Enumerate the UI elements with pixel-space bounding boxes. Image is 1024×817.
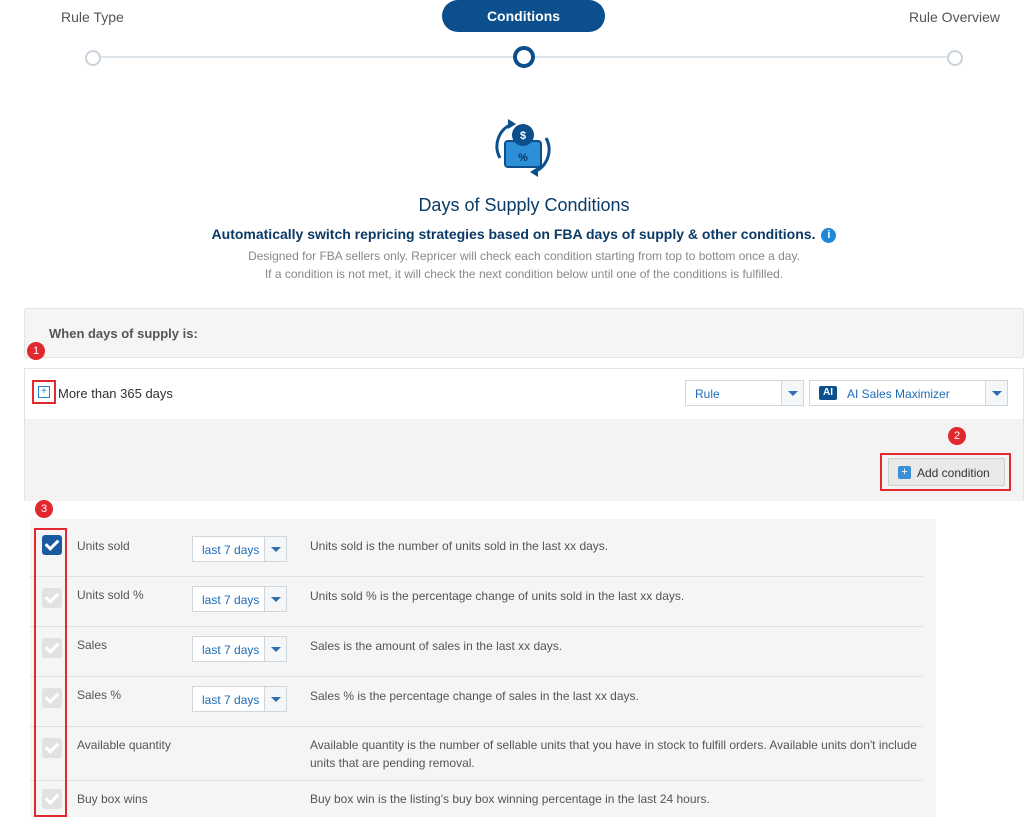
- svg-text:%: %: [518, 152, 528, 164]
- list-item: Units sold % last 7 days Units sold % is…: [30, 576, 923, 627]
- strategy-select-value: AI Sales Maximizer: [847, 387, 950, 401]
- period-select-value: last 7 days: [202, 693, 260, 707]
- condition-description: Sales % is the percentage change of sale…: [310, 689, 639, 703]
- expand-icon[interactable]: +: [38, 386, 50, 398]
- annotation-badge-3: 3: [35, 500, 53, 518]
- page-subtitle-text: Automatically switch repricing strategie…: [211, 226, 816, 242]
- chevron-down-icon[interactable]: [264, 537, 286, 561]
- condition-description: Sales is the amount of sales in the last…: [310, 639, 563, 653]
- page-title: Days of Supply Conditions: [418, 195, 630, 215]
- add-condition-label: Add condition: [917, 466, 990, 480]
- annotation-badge-1: 1: [27, 342, 45, 360]
- condition-name: Units sold: [77, 539, 130, 553]
- ai-badge-icon: AI: [819, 386, 837, 400]
- chevron-down-icon[interactable]: [264, 687, 286, 711]
- list-item: Available quantity Available quantity is…: [30, 726, 923, 781]
- period-select-value: last 7 days: [202, 543, 260, 557]
- rule-select-value: Rule: [695, 387, 720, 401]
- strategy-select[interactable]: AI AI Sales Maximizer: [809, 380, 1008, 406]
- condition-name: Sales: [77, 638, 108, 652]
- description-line-2: If a condition is not met, it will check…: [264, 267, 784, 281]
- plus-icon: +: [898, 466, 911, 479]
- chevron-down-icon[interactable]: [264, 637, 286, 661]
- rule-select[interactable]: Rule: [685, 380, 804, 406]
- page-subtitle: Automatically switch repricing strategie…: [0, 226, 1024, 243]
- step-rule-type[interactable]: Rule Type: [61, 9, 124, 25]
- condition-name: Sales %: [77, 688, 122, 702]
- condition-row-body: [24, 419, 1024, 501]
- annotation-highlight-3: [34, 528, 67, 817]
- list-item: Buy box wins Buy box win is the listing'…: [30, 780, 923, 817]
- period-select[interactable]: last 7 days: [192, 586, 287, 612]
- condition-label: More than 365 days: [58, 386, 173, 401]
- period-select[interactable]: last 7 days: [192, 636, 287, 662]
- repricing-cycle-icon: % $: [495, 119, 551, 177]
- condition-description: Buy box win is the listing's buy box win…: [310, 792, 710, 806]
- condition-description: Available quantity is the number of sell…: [310, 738, 917, 770]
- list-item: Units sold last 7 days Units sold is the…: [30, 519, 923, 577]
- condition-description: Units sold % is the percentage change of…: [310, 589, 685, 603]
- step-dot-rule-overview[interactable]: [947, 50, 963, 66]
- conditions-list: Units sold last 7 days Units sold is the…: [30, 519, 936, 817]
- chevron-down-icon[interactable]: [781, 381, 803, 405]
- period-select-value: last 7 days: [202, 593, 260, 607]
- add-condition-button[interactable]: + Add condition: [888, 458, 1005, 486]
- period-select-value: last 7 days: [202, 643, 260, 657]
- list-item: Sales % last 7 days Sales % is the perce…: [30, 676, 923, 727]
- annotation-badge-2: 2: [948, 427, 966, 445]
- period-select[interactable]: last 7 days: [192, 536, 287, 562]
- condition-name: Available quantity: [77, 738, 171, 752]
- step-dot-conditions[interactable]: [513, 46, 535, 68]
- panel-heading: When days of supply is:: [49, 326, 198, 341]
- list-item: Sales last 7 days Sales is the amount of…: [30, 626, 923, 677]
- step-dot-rule-type[interactable]: [85, 50, 101, 66]
- period-select[interactable]: last 7 days: [192, 686, 287, 712]
- conditions-panel-header: When days of supply is:: [24, 308, 1024, 358]
- step-rule-overview[interactable]: Rule Overview: [909, 9, 1000, 25]
- step-conditions[interactable]: Conditions: [442, 0, 605, 32]
- description-line-1: Designed for FBA sellers only. Repricer …: [248, 249, 800, 263]
- condition-name: Buy box wins: [77, 792, 148, 806]
- chevron-down-icon[interactable]: [985, 381, 1007, 405]
- info-icon[interactable]: i: [821, 227, 837, 243]
- condition-description: Units sold is the number of units sold i…: [310, 539, 609, 553]
- condition-name: Units sold %: [77, 588, 144, 602]
- svg-text:$: $: [520, 130, 526, 142]
- chevron-down-icon[interactable]: [264, 587, 286, 611]
- step-conditions-label: Conditions: [486, 8, 561, 24]
